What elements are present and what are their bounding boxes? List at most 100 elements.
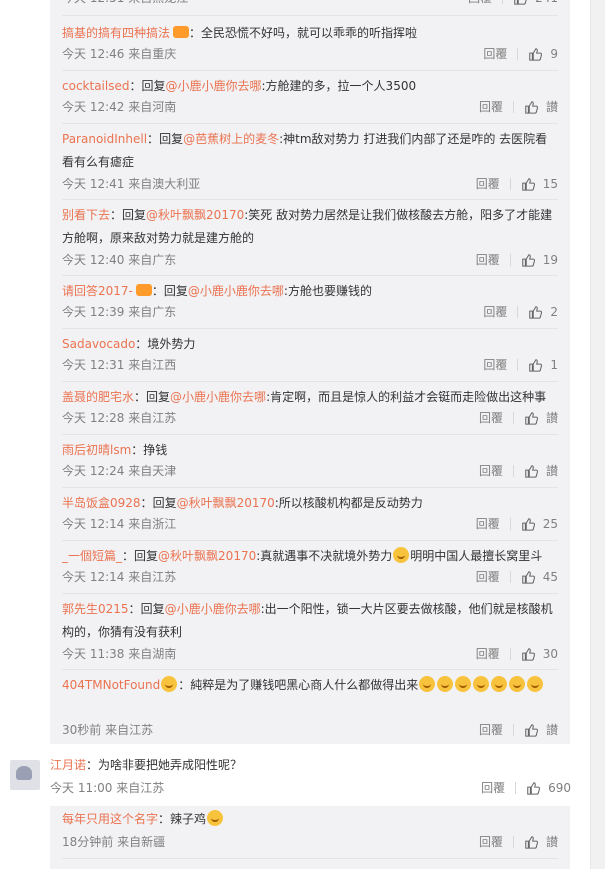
reply-text: :所以核酸机构都是反动势力 — [274, 496, 423, 510]
divider — [62, 123, 558, 124]
divider — [62, 328, 558, 329]
face-emoji-icon — [207, 810, 224, 826]
scrollbar[interactable] — [590, 0, 605, 869]
like-count: 讃 — [545, 100, 558, 114]
reply-mention[interactable]: @秋叶飘飘20170 — [177, 496, 275, 510]
vip-badge-icon — [135, 284, 152, 296]
reply-button[interactable]: 回覆 — [479, 97, 503, 117]
reply-button[interactable]: 回覆 — [476, 567, 500, 587]
cry-emoji-icon — [455, 676, 472, 692]
reply-time: 今天 12:42 来自河南 — [62, 100, 177, 114]
reply-text: 全民恐慌不好吗，就可以乖乖的听指挥啦 — [201, 26, 418, 40]
reply-username[interactable]: _一個短篇_ — [62, 549, 122, 563]
reply-button[interactable]: 回覆 — [481, 778, 505, 798]
like-icon[interactable] — [526, 781, 541, 795]
comment-username[interactable]: 江月诺 — [50, 758, 86, 772]
vip-badge-icon — [173, 26, 190, 38]
separator — [509, 178, 511, 190]
like-icon[interactable] — [528, 305, 543, 319]
avatar[interactable] — [10, 760, 40, 790]
reply-text: 辣子鸡 — [170, 812, 207, 826]
like-count: 讃 — [545, 411, 558, 425]
divider — [62, 70, 558, 71]
reply-item: 404TMNotFound ：純粹是为了赚钱吧黑心商人什么都做得出来 30秒前 来… — [50, 674, 570, 740]
reply-mention[interactable]: @芭蕉树上的麦冬 — [183, 132, 279, 146]
reply-username[interactable]: 盖聂的肥宅水 — [62, 390, 134, 404]
reply-button[interactable]: 回覆 — [476, 250, 500, 270]
reply-text: 境外势力 — [147, 337, 196, 351]
separator — [509, 518, 511, 530]
reply-username[interactable]: 雨后初晴lsm — [62, 443, 131, 457]
reply-username[interactable]: ParanoidInhell — [62, 132, 147, 146]
cry-emoji-icon — [509, 676, 526, 692]
like-icon[interactable] — [524, 464, 538, 478]
comment-time: 今天 11:00 来自江苏 — [50, 781, 165, 795]
like-count: 讃 — [545, 464, 558, 478]
like-icon[interactable] — [521, 570, 535, 584]
reply-text: :真就遇事不决就境外势力 — [256, 549, 393, 563]
separator — [509, 648, 511, 660]
reply-mention[interactable]: @小鹿小鹿你去哪 — [188, 284, 284, 298]
like-icon[interactable] — [521, 517, 535, 531]
reply-mention[interactable]: @秋叶飘飘20170 — [158, 549, 256, 563]
reply-button[interactable]: 回覆 — [476, 644, 500, 664]
reply-item: 别看下去：回复@秋叶飘飘20170:笑死 敌对势力居然是让我们做核酸去方舱，阳多… — [50, 204, 570, 272]
like-icon[interactable] — [524, 723, 538, 737]
like-icon[interactable] — [528, 47, 543, 61]
reply-button[interactable]: 回覆 — [479, 408, 503, 428]
reply-item: Sadavocado：境外势力 今天 12:31 来自江西 回覆 1 — [50, 333, 570, 377]
reply-button[interactable]: 回覆 — [479, 720, 503, 740]
reply-username[interactable]: 每年只用这个名字 — [62, 812, 158, 826]
like-icon[interactable] — [521, 253, 535, 267]
reply-mention[interactable]: @秋叶飘飘20170 — [146, 208, 244, 222]
reply-button[interactable]: 回覆 — [476, 174, 500, 194]
comment-item: 江月诺：为啥非要把她弄成阳性呢？ 今天 11:00 来自江苏 回覆 690 — [0, 754, 591, 802]
like-icon[interactable] — [524, 411, 538, 425]
like-icon[interactable] — [524, 100, 538, 114]
like-count: 1 — [550, 358, 558, 372]
like-icon[interactable] — [521, 177, 535, 191]
separator — [512, 101, 514, 113]
cry-emoji-icon — [473, 676, 490, 692]
separator — [512, 836, 514, 848]
reply-time: 今天 12:51 来自黑龙江 — [62, 0, 188, 8]
separator — [509, 571, 511, 583]
reply-mention[interactable]: @小鹿小鹿你去哪 — [170, 390, 266, 404]
reply-username[interactable]: 404TMNotFound — [62, 678, 160, 692]
reply-username[interactable]: 半岛饭盒0928 — [62, 496, 141, 510]
reply-button[interactable]: 回覆 — [483, 44, 507, 64]
reply-button[interactable]: 回覆 — [468, 0, 492, 8]
reply-time: 今天 12:24 来自天津 — [62, 464, 177, 478]
reply-item: 郭先生0215：回复@小鹿小鹿你去哪:出一个阳性，锁一大片区要去做核酸，他们就是… — [50, 598, 570, 666]
reply-text: 純粹是为了赚钱吧黑心商人什么都做得出来 — [190, 678, 419, 692]
like-count: 45 — [542, 570, 558, 584]
reply-button[interactable]: 回覆 — [479, 832, 503, 852]
reply-username[interactable]: 搞基的搞有四种搞法 — [62, 26, 170, 40]
cry-emoji-icon — [491, 676, 508, 692]
separator — [517, 359, 519, 371]
reply-text: :肯定啊，而且是惊人的利益才会铤而走险做出这种事 — [266, 390, 547, 404]
like-count: 9 — [550, 47, 558, 61]
reply-mention[interactable]: @小鹿小鹿你去哪 — [166, 79, 262, 93]
separator — [512, 412, 514, 424]
reply-time: 今天 12:39 来自广东 — [62, 305, 177, 319]
reply-button[interactable]: 回覆 — [483, 302, 507, 322]
reply-button[interactable]: 回覆 — [479, 461, 503, 481]
reply-username[interactable]: 别看下去 — [62, 208, 110, 222]
reply-time: 今天 12:41 来自澳大利亚 — [62, 177, 201, 191]
reply-username[interactable]: Sadavocado — [62, 337, 135, 351]
reply-time: 今天 12:46 来自重庆 — [62, 47, 177, 61]
reply-username[interactable]: cocktailsed — [62, 79, 129, 93]
reply-button[interactable]: 回覆 — [483, 355, 507, 375]
reply-text: :方舱建的多，拉一个人3500 — [261, 79, 417, 93]
like-icon[interactable] — [524, 835, 538, 849]
like-icon[interactable] — [513, 0, 527, 5]
reply-username[interactable]: 郭先生0215 — [62, 602, 129, 616]
reply-username[interactable]: 请回答2017- — [62, 284, 133, 298]
reply-button[interactable]: 回覆 — [476, 514, 500, 534]
divider — [62, 199, 558, 200]
reply-mention[interactable]: @小鹿小鹿你去哪 — [165, 602, 261, 616]
like-icon[interactable] — [521, 647, 535, 661]
like-icon[interactable] — [528, 358, 543, 372]
divider — [62, 593, 558, 594]
